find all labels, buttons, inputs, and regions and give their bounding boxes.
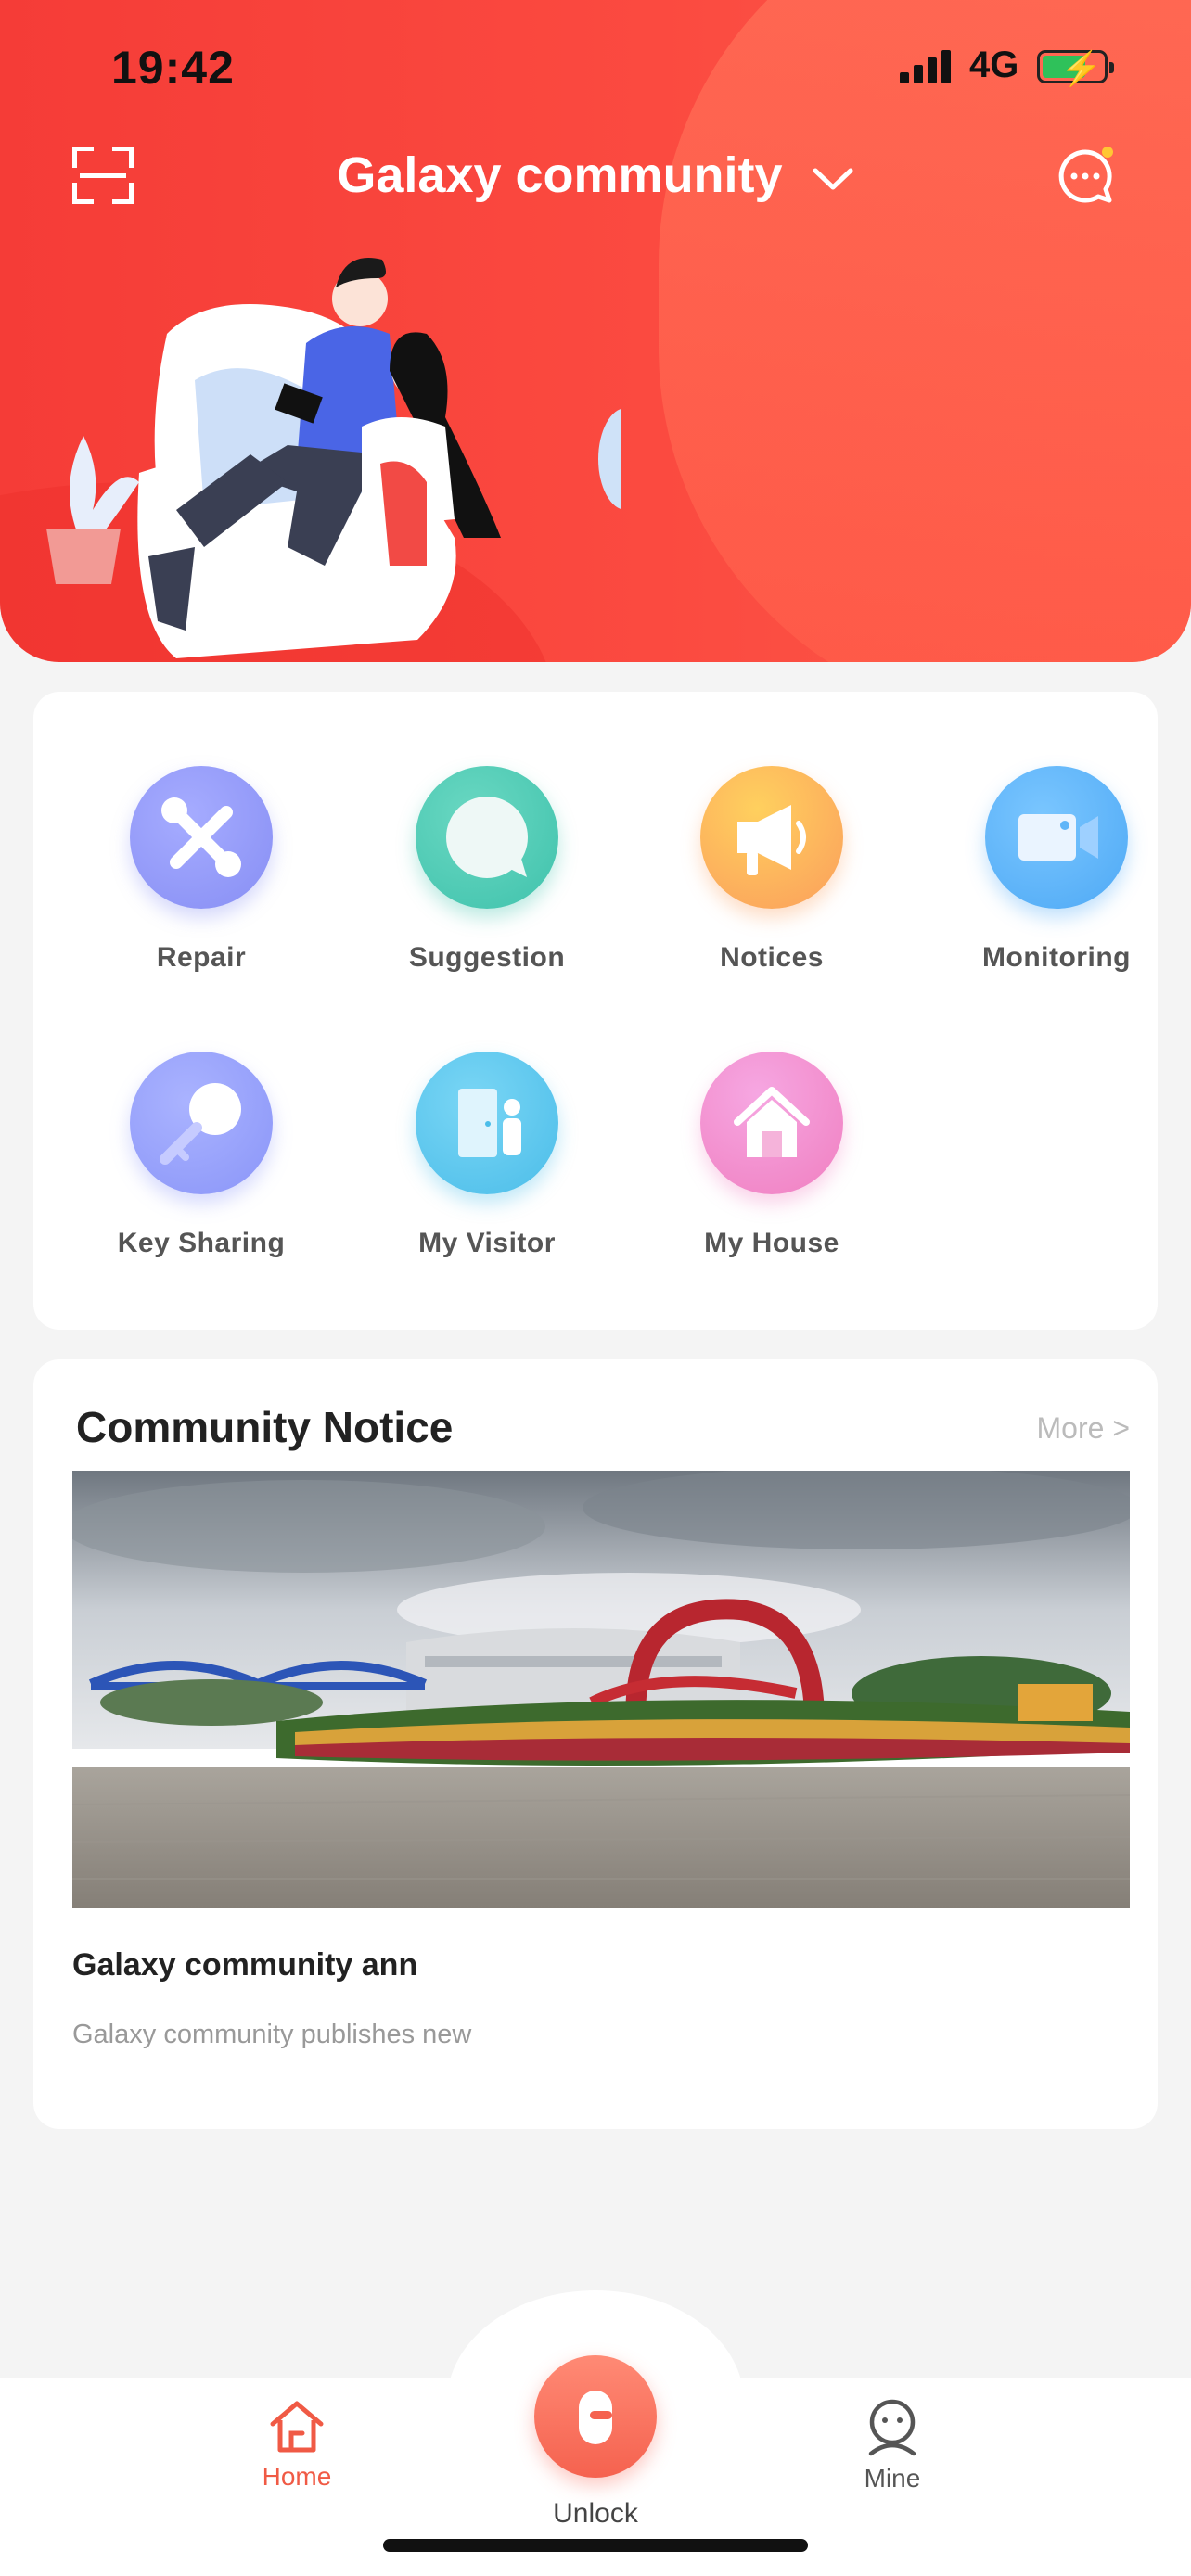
feature-label: My House xyxy=(704,1228,839,1258)
feature-label: Key Sharing xyxy=(117,1228,286,1258)
lock-icon xyxy=(579,2391,612,2444)
feature-grid-card: Repair Suggestion Notices Monitoring Key… xyxy=(33,692,1158,1330)
header-decoration xyxy=(659,0,1191,662)
home-indicator[interactable] xyxy=(383,2539,808,2552)
feature-my-house[interactable]: My House xyxy=(651,1052,892,1259)
community-name: Galaxy community xyxy=(337,147,783,203)
community-selector[interactable]: Galaxy community xyxy=(0,147,1191,204)
feature-label: Monitoring xyxy=(982,942,1131,973)
video-camera-icon xyxy=(985,766,1128,909)
home-icon xyxy=(270,2401,324,2453)
message-icon[interactable] xyxy=(1056,147,1115,206)
person-icon xyxy=(868,2399,916,2456)
chat-bubble-icon xyxy=(416,766,558,909)
visitor-door-icon xyxy=(416,1052,558,1194)
feature-my-visitor[interactable]: My Visitor xyxy=(366,1052,608,1259)
feature-label: Repair xyxy=(156,942,247,973)
tab-home[interactable]: Home xyxy=(223,2398,371,2492)
house-icon xyxy=(700,1052,843,1194)
status-bar: 19:42 4G ⚡ xyxy=(0,41,1191,96)
chevron-down-icon xyxy=(813,168,853,190)
feature-key-sharing[interactable]: Key Sharing xyxy=(81,1052,322,1259)
community-notice-card: Community Notice More > Galaxy community… xyxy=(33,1359,1158,2129)
couple-illustration xyxy=(46,258,621,658)
section-title: Community Notice xyxy=(76,1403,454,1451)
feature-notices[interactable]: Notices xyxy=(651,766,892,974)
battery-icon: ⚡ xyxy=(1037,49,1114,87)
tab-home-label: Home xyxy=(262,2462,332,2491)
notice-photo[interactable] xyxy=(72,1471,1130,1908)
feature-label: My Visitor xyxy=(418,1228,556,1258)
feature-repair[interactable]: Repair xyxy=(81,766,322,974)
tab-unlock-label: Unlock xyxy=(553,2498,638,2529)
wrench-screwdriver-icon xyxy=(130,766,273,909)
more-link[interactable]: More > xyxy=(1037,1411,1130,1446)
tab-mine[interactable]: Mine xyxy=(818,2398,967,2493)
status-time: 19:42 xyxy=(111,42,235,94)
tab-mine-label: Mine xyxy=(864,2464,921,2493)
header-banner: 19:42 4G ⚡ Galaxy community xyxy=(0,0,1191,662)
megaphone-icon xyxy=(700,766,843,909)
unlock-button[interactable] xyxy=(534,2355,657,2478)
feature-suggestion[interactable]: Suggestion xyxy=(366,766,608,974)
key-icon xyxy=(130,1052,273,1194)
announcement-summary: Galaxy community publishes new xyxy=(72,2020,472,2049)
feature-label: Notices xyxy=(720,942,824,973)
announcement-title[interactable]: Galaxy community ann xyxy=(72,1947,417,1983)
network-type: 4G xyxy=(969,45,1019,85)
cellular-signal-icon xyxy=(900,50,955,83)
feature-monitoring[interactable]: Monitoring xyxy=(936,766,1177,974)
feature-label: Suggestion xyxy=(408,942,566,973)
